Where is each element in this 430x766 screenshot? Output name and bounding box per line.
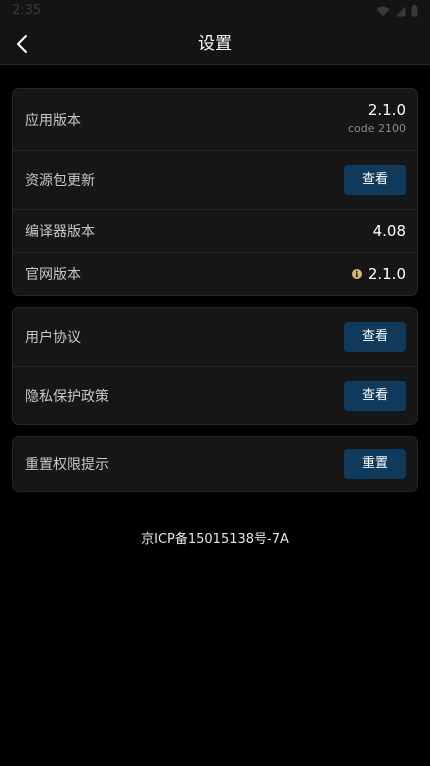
- privacy-policy-label: 隐私保护政策: [25, 388, 109, 405]
- app-version-label: 应用版本: [25, 112, 81, 129]
- compiler-version-value: 4.08: [372, 222, 406, 240]
- wifi-icon: [376, 6, 390, 16]
- user-agreement-view-button[interactable]: 查看: [344, 322, 406, 352]
- resource-update-label: 资源包更新: [25, 173, 95, 189]
- battery-icon: [411, 5, 418, 17]
- signal-icon: [395, 6, 406, 16]
- info-icon[interactable]: i: [351, 269, 362, 279]
- user-agreement-row: 用户协议 查看: [13, 308, 417, 367]
- privacy-policy-row: 隐私保护政策 查看: [13, 367, 417, 424]
- resource-update-view-button[interactable]: 查看: [344, 165, 406, 195]
- app-version-row: 应用版本 2.1.0 code 2100: [13, 89, 417, 151]
- resource-update-row: 资源包更新 查看: [13, 151, 417, 210]
- icp-license[interactable]: 京ICP备15015138号-7A: [0, 528, 430, 547]
- reset-permission-button[interactable]: 重置: [344, 449, 406, 479]
- legal-card: 用户协议 查看 隐私保护政策 查看: [12, 307, 418, 425]
- app-version-code: code 2100: [347, 122, 406, 135]
- compiler-version-row: 编译器版本 4.08: [13, 210, 417, 253]
- official-version-value: 2.1.0: [367, 265, 406, 283]
- reset-permission-label: 重置权限提示: [25, 457, 109, 473]
- privacy-policy-view-button[interactable]: 查看: [344, 380, 406, 411]
- compiler-version-label: 编译器版本: [25, 224, 95, 240]
- page-title: 设置: [198, 34, 232, 54]
- official-version-label: 官网版本: [25, 267, 81, 283]
- app-header: 设置: [0, 24, 430, 65]
- status-bar: 2:35: [0, 0, 430, 24]
- official-version-row: 官网版本 i 2.1.0: [13, 253, 417, 295]
- user-agreement-label: 用户协议: [25, 330, 81, 346]
- official-version-value-group: i 2.1.0: [351, 265, 406, 283]
- app-version-value: 2.1.0: [367, 101, 406, 119]
- about-card: 应用版本 2.1.0 code 2100 资源包更新 查看 编译器版本 4.08…: [12, 88, 418, 296]
- status-time: 2:35: [12, 3, 42, 18]
- app-version-block: 2.1.0 code 2100: [348, 101, 406, 136]
- permission-card: 重置权限提示 重置: [12, 436, 418, 492]
- reset-permission-row: 重置权限提示 重置: [13, 437, 417, 491]
- status-icons: [376, 5, 418, 17]
